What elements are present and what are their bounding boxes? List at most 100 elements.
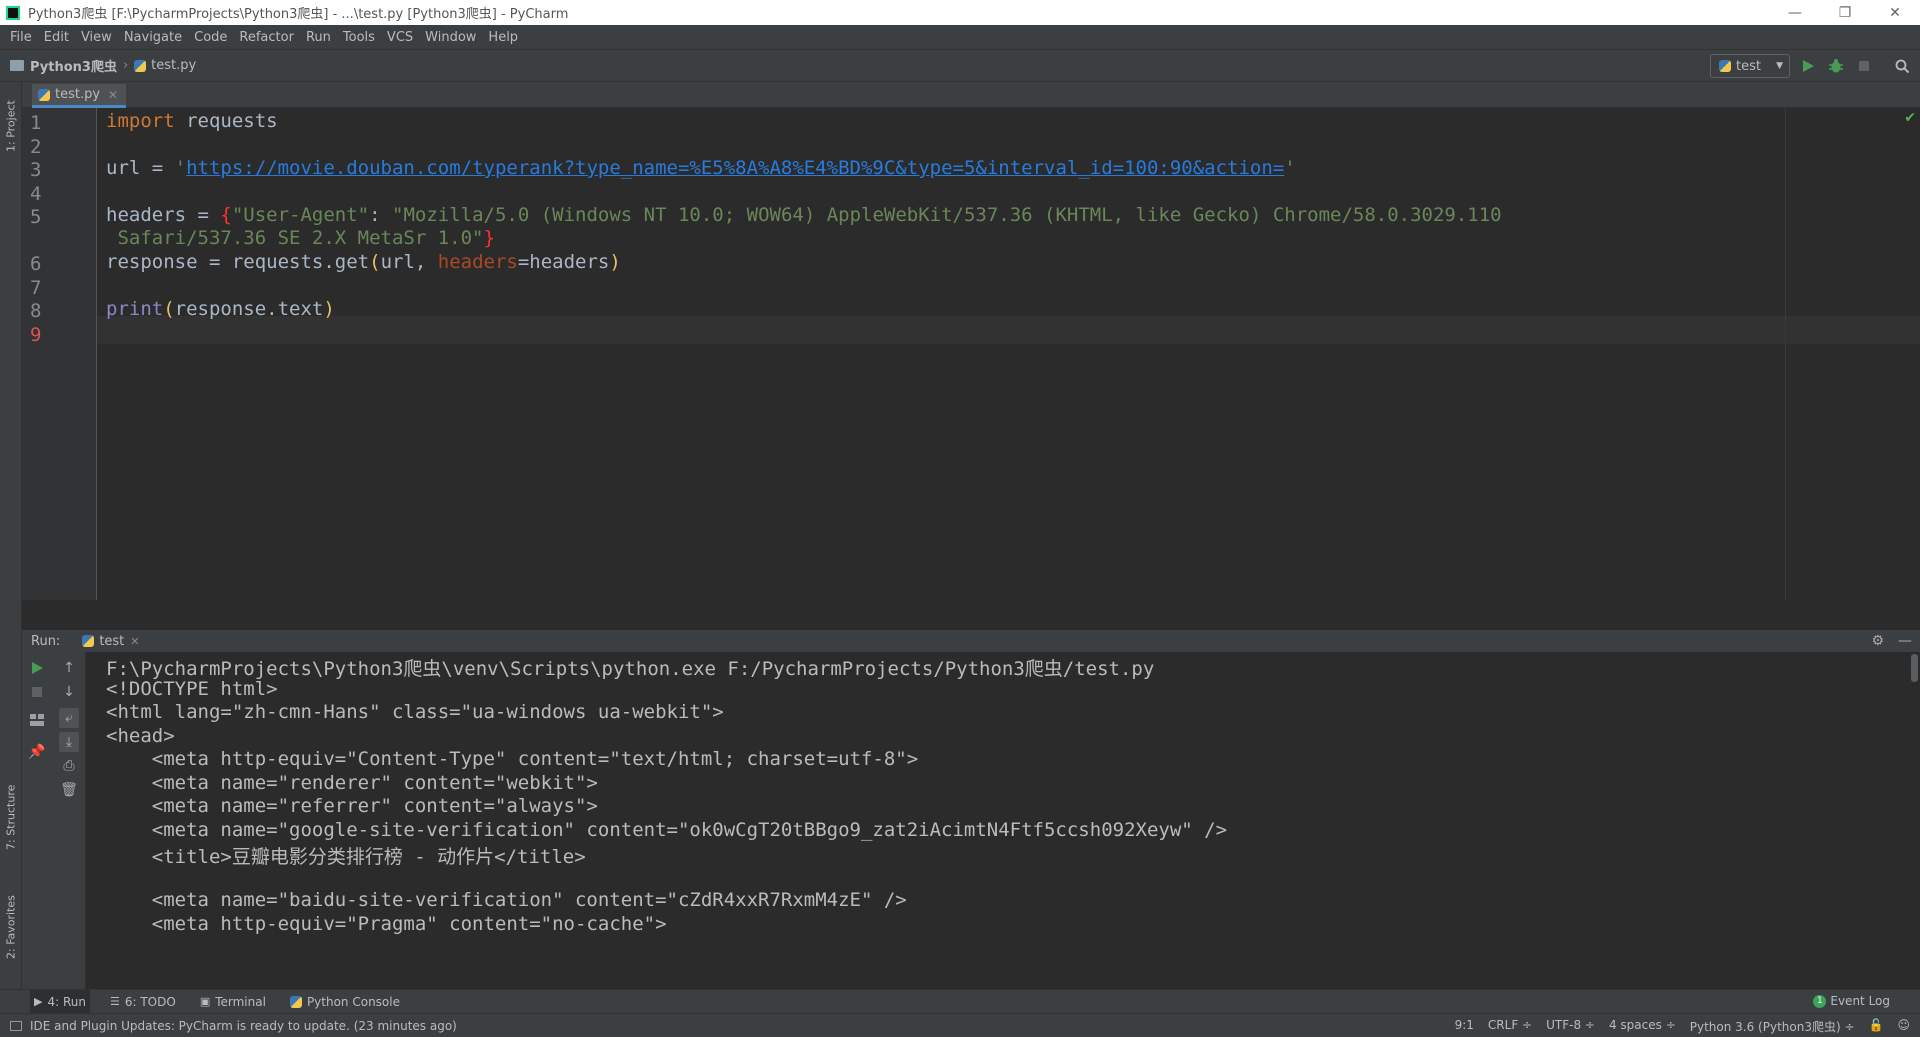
line-number: 5 bbox=[30, 206, 42, 228]
hide-panel-icon[interactable]: — bbox=[1898, 633, 1912, 649]
line-number: 8 bbox=[30, 300, 42, 322]
stop-button[interactable] bbox=[1856, 58, 1872, 74]
notification-icon[interactable] bbox=[10, 1020, 22, 1031]
printer-icon: ⎙ bbox=[63, 758, 75, 774]
encoding-select[interactable]: UTF-8 ÷ bbox=[1546, 1018, 1595, 1035]
interpreter-select[interactable]: Python 3.6 (Python3爬虫) ÷ bbox=[1690, 1018, 1855, 1035]
tool-tab-terminal[interactable]: ▣ Terminal bbox=[196, 990, 270, 1014]
status-message[interactable]: IDE and Plugin Updates: PyCharm is ready… bbox=[30, 1019, 457, 1033]
scroll-to-end-toggle[interactable]: ⤓ bbox=[59, 732, 79, 752]
brace: } bbox=[483, 227, 495, 249]
menu-navigate[interactable]: Navigate bbox=[118, 30, 188, 45]
run-toolbar-primary: 📌 bbox=[22, 652, 52, 989]
close-icon[interactable]: ✕ bbox=[130, 635, 139, 648]
arrow-down-icon: ↓ bbox=[63, 684, 75, 700]
gear-icon[interactable]: ⚙ bbox=[1871, 633, 1884, 649]
tool-tab-terminal-label: Terminal bbox=[215, 994, 266, 1009]
string-quote: ' bbox=[1284, 157, 1296, 179]
code-line-5: headers = {"User-Agent": "Mozilla/5.0 (W… bbox=[106, 204, 1502, 226]
code-text: headers = bbox=[106, 204, 221, 226]
scroll-down-button[interactable]: ↓ bbox=[59, 682, 79, 702]
lock-icon[interactable]: 🔓 bbox=[1869, 1018, 1884, 1035]
editor-tab-test-py[interactable]: test.py ✕ bbox=[32, 84, 127, 108]
search-everywhere-button[interactable] bbox=[1894, 58, 1910, 74]
run-tab-test[interactable]: test ✕ bbox=[82, 633, 140, 649]
code-text: : bbox=[369, 204, 393, 226]
run-configuration-select[interactable]: test ▼ bbox=[1710, 54, 1790, 78]
run-tab-label: test bbox=[99, 633, 125, 649]
line-number: 1 bbox=[30, 112, 42, 134]
python-file-icon bbox=[1719, 60, 1731, 72]
structure-tool-label: 7: Structure bbox=[4, 784, 18, 850]
caret-position[interactable]: 9:1 bbox=[1455, 1018, 1474, 1035]
menu-help[interactable]: Help bbox=[482, 30, 524, 45]
url-link[interactable]: https://movie.douban.com/typerank?type_n… bbox=[186, 157, 1284, 179]
console-line: <html lang="zh-cmn-Hans" class="ua-windo… bbox=[106, 701, 724, 723]
run-console-output[interactable]: F:\PycharmProjects\Python3爬虫\venv\Script… bbox=[86, 652, 1920, 989]
pin-tab-button[interactable]: 📌 bbox=[27, 742, 47, 762]
restore-button[interactable]: ❐ bbox=[1820, 0, 1870, 25]
run-button[interactable] bbox=[1800, 58, 1816, 74]
tool-tab-todo-label: 6: TODO bbox=[124, 994, 176, 1009]
current-line-highlight bbox=[97, 316, 1920, 344]
stop-icon bbox=[1859, 61, 1869, 71]
menu-vcs[interactable]: VCS bbox=[381, 30, 419, 45]
indent-select[interactable]: 4 spaces ÷ bbox=[1609, 1018, 1676, 1035]
string-literal: "User-Agent" bbox=[231, 204, 370, 226]
bottom-tool-stripe: ▶ 4: Run ☰ 6: TODO ▣ Terminal Python Con… bbox=[0, 989, 1920, 1014]
tool-tab-todo[interactable]: ☰ 6: TODO bbox=[106, 990, 180, 1014]
tool-tab-python-console[interactable]: Python Console bbox=[286, 990, 404, 1014]
stop-icon bbox=[32, 687, 42, 697]
tool-tab-python-console-label: Python Console bbox=[306, 994, 400, 1009]
tool-tab-run[interactable]: ▶ 4: Run bbox=[30, 989, 90, 1014]
menu-bar: File Edit View Navigate Code Refactor Ru… bbox=[0, 25, 1920, 49]
soft-wrap-toggle[interactable]: ⤶ bbox=[59, 708, 79, 728]
paren: ( bbox=[369, 251, 381, 273]
menu-edit[interactable]: Edit bbox=[38, 30, 75, 45]
python-console-icon bbox=[289, 995, 302, 1008]
close-window-button[interactable]: ✕ bbox=[1870, 0, 1920, 25]
folder-icon bbox=[10, 60, 24, 71]
debug-button[interactable] bbox=[1828, 58, 1844, 74]
breadcrumb-separator-icon: › bbox=[122, 58, 129, 73]
menu-window[interactable]: Window bbox=[419, 30, 482, 45]
line-number-gutter: 1 2 3 4 5 6 7 8 9 bbox=[22, 108, 97, 600]
window-controls: — ❐ ✕ bbox=[1770, 0, 1920, 25]
menu-code[interactable]: Code bbox=[188, 30, 233, 45]
menu-run[interactable]: Run bbox=[300, 30, 337, 45]
print-button[interactable]: ⎙ bbox=[59, 756, 79, 776]
structure-tool-tab[interactable]: 7: Structure bbox=[1, 772, 21, 862]
project-tool-tab[interactable]: 1: Project bbox=[1, 86, 21, 166]
code-text: response = requests.get bbox=[106, 251, 370, 273]
menu-tools[interactable]: Tools bbox=[337, 30, 381, 45]
line-separator-select[interactable]: CRLF ÷ bbox=[1488, 1018, 1532, 1035]
code-line-8: print(response.text) bbox=[106, 298, 335, 320]
breadcrumb-file[interactable]: test.py bbox=[151, 58, 196, 73]
rerun-button[interactable] bbox=[27, 658, 47, 678]
favorites-tool-tab[interactable]: 2: Favorites bbox=[1, 882, 21, 972]
close-icon[interactable]: ✕ bbox=[108, 88, 118, 102]
python-file-icon bbox=[82, 635, 95, 647]
console-scrollbar[interactable] bbox=[1911, 654, 1918, 682]
minimize-button[interactable]: — bbox=[1770, 0, 1820, 25]
console-line: <!DOCTYPE html> bbox=[106, 678, 278, 700]
console-line: <meta name="referrer" content="always"> bbox=[106, 795, 598, 817]
breadcrumb-project[interactable]: Python3爬虫 bbox=[30, 56, 117, 75]
inspector-icon[interactable]: ☺ bbox=[1897, 1018, 1910, 1035]
clear-all-button[interactable]: 🗑 bbox=[59, 780, 79, 800]
layout-button[interactable] bbox=[27, 710, 47, 730]
editor-tab-bar: test.py ✕ bbox=[22, 82, 1920, 108]
terminal-icon: ▣ bbox=[199, 995, 211, 1008]
chevron-down-icon: ▼ bbox=[1776, 61, 1783, 71]
scroll-up-button[interactable]: ↑ bbox=[59, 658, 79, 678]
stop-run-button[interactable] bbox=[27, 682, 47, 702]
code-editor[interactable]: ✔ import requests url = 'https://movie.d… bbox=[97, 108, 1920, 600]
line-number: 2 bbox=[30, 136, 42, 158]
menu-refactor[interactable]: Refactor bbox=[233, 30, 300, 45]
panel-splitter[interactable] bbox=[22, 600, 1920, 630]
left-tool-stripe: 1: Project 7: Structure 2: Favorites bbox=[0, 82, 22, 989]
menu-file[interactable]: File bbox=[4, 30, 38, 45]
menu-view[interactable]: View bbox=[75, 30, 118, 45]
event-log-button[interactable]: 1 Event Log bbox=[1813, 994, 1890, 1008]
code-text: url, bbox=[380, 251, 438, 273]
